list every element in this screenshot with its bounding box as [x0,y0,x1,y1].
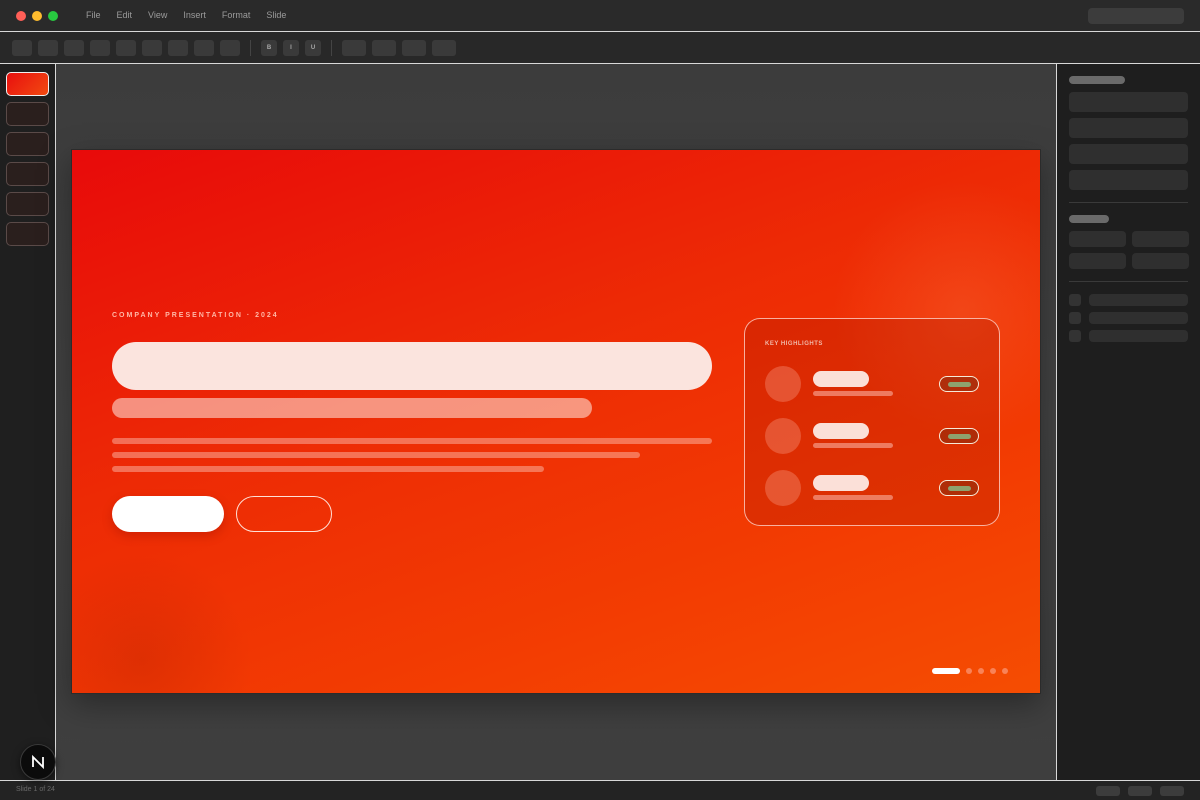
toolbar-button[interactable] [12,40,32,56]
toolbar-button[interactable] [194,40,214,56]
slide-thumbnail[interactable] [6,162,49,186]
panel-divider [1069,281,1188,282]
toolbar-button[interactable] [372,40,396,56]
property-field[interactable] [1069,231,1126,247]
toolbar-button[interactable] [90,40,110,56]
secondary-cta-button[interactable] [236,496,332,532]
property-field[interactable] [1132,231,1189,247]
checkbox-label [1089,312,1188,324]
toolbar-button[interactable] [64,40,84,56]
minimize-window-button[interactable] [32,11,42,21]
status-button[interactable] [1160,786,1184,796]
toolbar-button[interactable] [402,40,426,56]
slide-thumbnail[interactable] [6,102,49,126]
toolbar-button[interactable] [38,40,58,56]
list-item [765,470,981,506]
n-logo-glyph [32,754,44,770]
property-field[interactable] [1069,144,1188,164]
pager-dot[interactable] [966,668,972,674]
properties-panel [1056,64,1200,780]
menu-bar: File Edit View Insert Format Slide [86,10,302,20]
property-field[interactable] [1069,118,1188,138]
toolbar-button[interactable] [432,40,456,56]
slide-thumbnail[interactable] [6,72,49,96]
status-badge [939,376,979,392]
item-meta-placeholder [813,391,893,396]
item-title-placeholder [813,475,869,491]
checkbox-label [1089,294,1188,306]
slide-thumbnail[interactable] [6,192,49,216]
toolbar-button[interactable] [116,40,136,56]
toolbar-button[interactable] [142,40,162,56]
item-meta-placeholder [813,443,893,448]
menu-insert[interactable]: Insert [183,10,206,20]
status-bar: Slide 1 of 24 [0,780,1200,800]
zoom-window-button[interactable] [48,11,58,21]
checkbox[interactable] [1069,294,1081,306]
section-heading [1069,215,1109,223]
item-title-placeholder [813,423,869,439]
slide-counter: Slide 1 of 24 [16,786,55,793]
item-meta-placeholder [813,495,893,500]
status-badge [939,428,979,444]
body-text-line [112,438,712,444]
slide-title-placeholder[interactable] [112,342,712,390]
slide-thumbnail-panel [0,64,56,780]
menu-slide[interactable]: Slide [266,10,286,20]
slide-thumbnail[interactable] [6,132,49,156]
avatar [765,470,801,506]
toolbar-divider [250,40,251,56]
body-text-line [112,466,544,472]
list-item [765,366,981,402]
checkbox[interactable] [1069,330,1081,342]
checkbox[interactable] [1069,312,1081,324]
checkbox-label [1089,330,1188,342]
property-field[interactable] [1069,253,1126,269]
pager-dot[interactable] [990,668,996,674]
close-window-button[interactable] [16,11,26,21]
slide-subtitle-placeholder[interactable] [112,398,592,418]
menu-file[interactable]: File [86,10,101,20]
list-item [765,418,981,454]
primary-cta-button[interactable] [112,496,224,532]
slide[interactable]: COMPANY PRESENTATION · 2024 KEY HIGHLIGH… [71,149,1041,694]
toolbar: B I U [0,32,1200,64]
pager-dot[interactable] [1002,668,1008,674]
key-highlights-card: KEY HIGHLIGHTS [744,318,1000,526]
status-badge-fill [948,486,971,491]
status-button[interactable] [1096,786,1120,796]
menu-format[interactable]: Format [222,10,251,20]
item-title-placeholder [813,371,869,387]
property-field[interactable] [1069,92,1188,112]
slide-canvas: COMPANY PRESENTATION · 2024 KEY HIGHLIGH… [56,64,1056,780]
card-title: KEY HIGHLIGHTS [765,341,823,347]
n-logo-icon[interactable] [20,744,56,780]
body-text-line [112,452,640,458]
avatar [765,366,801,402]
panel-divider [1069,202,1188,203]
search-field[interactable] [1088,8,1184,24]
pager-dot-active[interactable] [932,668,960,674]
status-badge-fill [948,434,971,439]
property-field[interactable] [1132,253,1189,269]
section-heading [1069,76,1125,84]
toolbar-button[interactable] [342,40,366,56]
status-badge-fill [948,382,971,387]
italic-button[interactable]: I [283,40,299,56]
slide-eyebrow: COMPANY PRESENTATION · 2024 [112,312,279,319]
toolbar-button[interactable] [220,40,240,56]
title-bar: File Edit View Insert Format Slide [0,0,1200,32]
toolbar-divider [331,40,332,56]
bold-button[interactable]: B [261,40,277,56]
status-button[interactable] [1128,786,1152,796]
slide-thumbnail[interactable] [6,222,49,246]
property-field[interactable] [1069,170,1188,190]
status-badge [939,480,979,496]
menu-edit[interactable]: Edit [117,10,133,20]
menu-view[interactable]: View [148,10,167,20]
avatar [765,418,801,454]
toolbar-button[interactable] [168,40,188,56]
underline-button[interactable]: U [305,40,321,56]
pager-dot[interactable] [978,668,984,674]
